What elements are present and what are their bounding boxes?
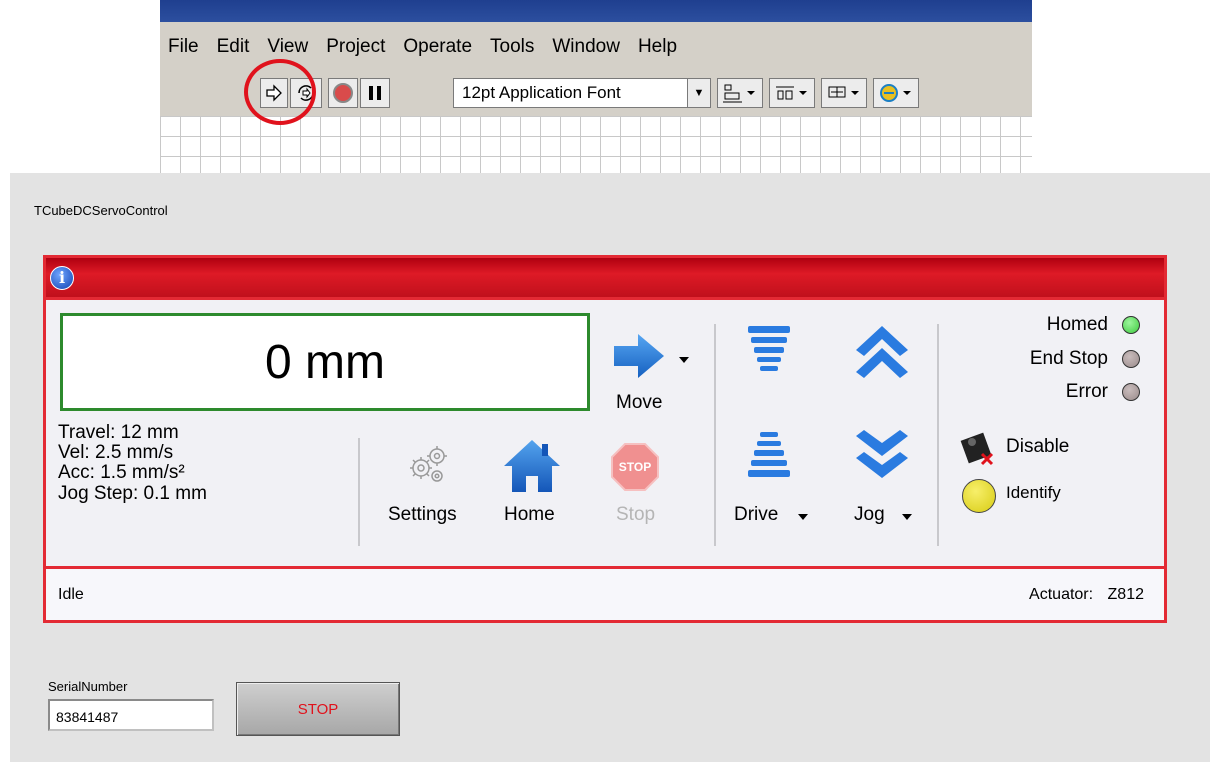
disable-button[interactable]: Disable (958, 428, 1118, 468)
tcube-dc-servo-control: i 0 mm Travel: 12 mm Vel: 2.5 mm/s Acc: … (43, 255, 1167, 623)
homed-led (1122, 316, 1140, 334)
velocity-info: Vel: 2.5 mm/s (58, 442, 174, 463)
control-title: TCubeDCServoControl (34, 203, 168, 218)
chevron-down-icon (798, 514, 808, 520)
pause-icon (369, 86, 381, 100)
home-button[interactable]: Home (494, 436, 574, 536)
home-label: Home (504, 504, 555, 525)
reorder-button[interactable] (873, 78, 919, 108)
abort-button[interactable] (328, 78, 358, 108)
position-value: 0 mm (265, 335, 385, 389)
menubar: File Edit View Project Operate Tools Win… (160, 30, 1032, 64)
drive-backward-icon (748, 432, 790, 477)
serial-number-field[interactable]: 83841487 (48, 699, 214, 731)
actuator-label: Actuator: (1029, 586, 1094, 603)
identify-button[interactable]: Identify (958, 477, 1118, 517)
menu-tools[interactable]: Tools (482, 36, 544, 58)
gears-icon (410, 446, 447, 482)
chevron-down-icon (902, 514, 912, 520)
error-led (1122, 383, 1140, 401)
move-label: Move (616, 392, 663, 413)
drive-forward-button[interactable] (746, 324, 806, 382)
end-stop-led (1122, 350, 1140, 368)
menu-help[interactable]: Help (630, 36, 687, 58)
settings-button[interactable]: Settings (382, 436, 472, 536)
status-text: Idle (58, 586, 84, 603)
identify-label: Identify (1006, 483, 1061, 502)
menu-project[interactable]: Project (318, 36, 395, 58)
stop-motion-button[interactable]: STOP Stop (596, 436, 672, 536)
double-chevron-down-icon (856, 430, 908, 478)
menu-operate[interactable]: Operate (395, 36, 482, 58)
jog-forward-button[interactable] (854, 324, 916, 384)
header-divider (46, 297, 1164, 300)
end-stop-label: End Stop (1029, 348, 1108, 369)
separator (937, 324, 939, 546)
actuator-value: Z812 (1107, 586, 1144, 603)
info-icon[interactable]: i (50, 266, 74, 290)
motor-disable-icon (960, 432, 994, 466)
actuator-info: Actuator: Z812 (1029, 586, 1144, 604)
acceleration-info: Acc: 1.5 mm/s² (58, 462, 185, 483)
drive-backward-button[interactable] (746, 428, 806, 486)
drive-label: Drive (734, 504, 779, 525)
distribute-objects-button[interactable] (769, 78, 815, 108)
window-titlebar (160, 0, 1032, 22)
pause-button[interactable] (360, 78, 390, 108)
arrow-right-icon (614, 334, 664, 378)
control-header: i (46, 258, 1164, 297)
menu-window[interactable]: Window (544, 36, 630, 58)
drive-forward-icon (748, 326, 790, 371)
resize-objects-button[interactable] (821, 78, 867, 108)
stop-label: Stop (616, 504, 656, 525)
chevron-down-icon[interactable]: ▼ (687, 79, 710, 107)
separator (358, 438, 360, 546)
jog-dropdown[interactable]: Jog (854, 502, 934, 530)
font-select[interactable]: 12pt Application Font ▼ (453, 78, 711, 108)
double-chevron-up-icon (856, 326, 908, 378)
block-diagram-grid (160, 116, 1032, 174)
status-bar: Idle Actuator: Z812 (46, 566, 1164, 620)
font-select-value: 12pt Application Font (462, 83, 621, 102)
menu-view[interactable]: View (259, 36, 318, 58)
position-display: 0 mm (60, 313, 590, 411)
error-label: Error (1065, 381, 1108, 402)
reorder-icon (880, 84, 911, 102)
drive-dropdown[interactable]: Drive (734, 502, 824, 530)
front-panel: TCubeDCServoControl i 0 mm Travel: 12 mm… (10, 173, 1210, 762)
stop-sign-text: STOP (618, 460, 652, 474)
stop-button[interactable]: STOP (236, 682, 400, 736)
separator (714, 324, 716, 546)
jog-step-info: Jog Step: 0.1 mm (58, 483, 207, 504)
menu-file[interactable]: File (160, 36, 209, 58)
align-objects-icon (723, 84, 755, 103)
jog-backward-button[interactable] (854, 426, 916, 486)
serial-number-label: SerialNumber (48, 679, 128, 694)
travel-info: Travel: 12 mm (58, 422, 179, 443)
chevron-down-icon (679, 357, 689, 363)
move-button[interactable]: Move (606, 326, 706, 418)
menu-edit[interactable]: Edit (209, 36, 260, 58)
identify-led (962, 479, 996, 513)
distribute-objects-icon (776, 86, 807, 100)
settings-label: Settings (388, 504, 457, 525)
homed-label: Homed (1046, 314, 1108, 335)
home-icon (504, 440, 560, 492)
abort-icon (333, 83, 353, 103)
resize-objects-icon (828, 86, 859, 98)
disable-label: Disable (1006, 436, 1070, 457)
jog-label: Jog (854, 504, 885, 525)
run-button-highlight (244, 59, 316, 125)
align-objects-button[interactable] (717, 78, 763, 108)
